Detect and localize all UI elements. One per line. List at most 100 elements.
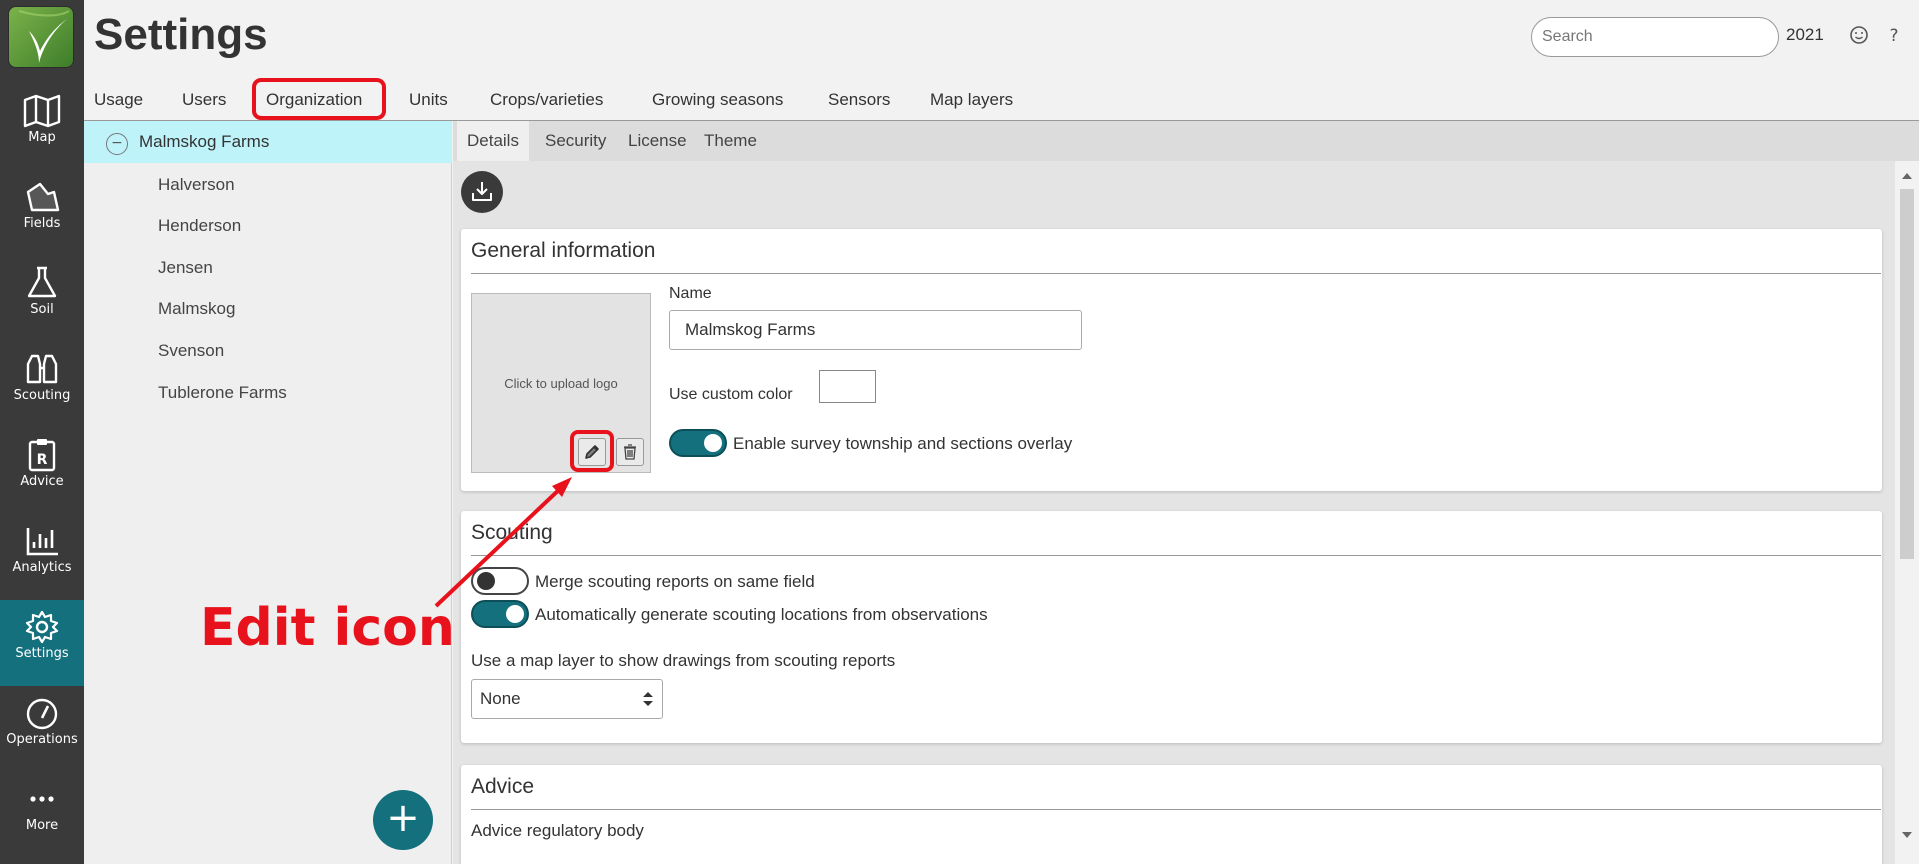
map-layer-label: Use a map layer to show drawings from sc…: [471, 651, 896, 670]
tab-growing-seasons[interactable]: Growing seasons: [652, 90, 783, 110]
page-title: Settings: [94, 10, 268, 59]
flask-icon: [27, 266, 57, 298]
search-input[interactable]: [1531, 17, 1779, 57]
binoculars-icon: [26, 354, 58, 384]
svg-text:R: R: [37, 452, 48, 468]
auto-locations-toggle[interactable]: [471, 600, 529, 628]
scroll-down-icon[interactable]: [1902, 832, 1912, 838]
season-year[interactable]: 2021: [1786, 25, 1824, 45]
subtab-license[interactable]: License: [618, 121, 697, 161]
select-arrows-icon: [643, 692, 653, 706]
general-information-title: General information: [471, 239, 656, 262]
general-information-card: General information Click to upload logo…: [461, 229, 1882, 491]
nav-label: Soil: [30, 302, 54, 317]
merge-reports-label: Merge scouting reports on same field: [535, 572, 815, 591]
nav-label: Map: [28, 130, 56, 145]
map-layer-value: None: [480, 689, 521, 708]
download-button[interactable]: [461, 171, 503, 213]
tree-item[interactable]: Tublerone Farms: [158, 383, 287, 403]
nav-label: Scouting: [13, 388, 71, 403]
fields-icon: [26, 182, 60, 212]
download-icon: [472, 182, 492, 201]
nav-analytics[interactable]: Analytics: [0, 514, 84, 598]
overlay-toggle[interactable]: [669, 429, 727, 457]
custom-color-picker[interactable]: [819, 370, 876, 403]
gauge-icon: [26, 698, 58, 730]
nav-label: Advice: [20, 474, 64, 489]
edit-icon-annotation: Edit icon: [200, 598, 455, 658]
tab-sensors[interactable]: Sensors: [828, 90, 890, 110]
nav-label: Settings: [15, 646, 69, 661]
scroll-up-icon[interactable]: [1902, 173, 1912, 179]
app-logo[interactable]: [8, 6, 74, 68]
toggle-knob: [506, 605, 524, 623]
tree-item[interactable]: Jensen: [158, 258, 213, 278]
content-scrollbar[interactable]: [1895, 161, 1919, 864]
detail-subtabs: Details Security License Theme: [453, 121, 1919, 161]
subtab-security[interactable]: Security: [535, 121, 616, 161]
merge-reports-toggle[interactable]: [471, 567, 529, 595]
name-field[interactable]: [669, 310, 1082, 350]
nav-settings[interactable]: Settings: [0, 600, 84, 686]
name-label: Name: [669, 285, 712, 302]
tree-item[interactable]: Malmskog: [158, 299, 235, 319]
scouting-card: Scouting Merge scouting reports on same …: [461, 511, 1882, 743]
trash-icon: [624, 444, 636, 460]
scroll-thumb[interactable]: [1900, 189, 1914, 559]
tree-root-label: Malmskog Farms: [139, 132, 270, 151]
prescription-icon: R: [28, 439, 56, 472]
collapse-icon[interactable]: −: [106, 133, 128, 155]
tree-root-item[interactable]: − Malmskog Farms: [84, 121, 452, 163]
tab-map-layers[interactable]: Map layers: [930, 90, 1013, 110]
gear-icon: [25, 610, 59, 644]
scouting-title: Scouting: [471, 521, 553, 544]
feedback-smiley-icon[interactable]: [1848, 24, 1870, 46]
upload-logo-text: Click to upload logo: [504, 376, 618, 391]
tree-item[interactable]: Henderson: [158, 216, 241, 236]
advice-title: Advice: [471, 775, 535, 798]
toggle-knob: [704, 434, 722, 452]
nav-label: Operations: [6, 732, 78, 747]
more-dots-icon: [30, 796, 54, 802]
svg-text:?: ?: [1889, 26, 1898, 46]
nav-advice[interactable]: R Advice: [0, 428, 84, 512]
nav-rail: Map Fields Soil Scouting R Advice Analyt…: [0, 0, 84, 864]
details-content: General information Click to upload logo…: [453, 161, 1895, 864]
overlay-label: Enable survey township and sections over…: [733, 434, 1073, 453]
nav-operations[interactable]: Operations: [0, 686, 84, 770]
section-divider: [471, 555, 1881, 556]
add-organization-button[interactable]: +: [373, 790, 433, 850]
tab-units[interactable]: Units: [409, 90, 448, 110]
edit-icon-highlight: [570, 430, 614, 472]
nav-fields[interactable]: Fields: [0, 170, 84, 254]
nav-scouting[interactable]: Scouting: [0, 342, 84, 426]
nav-label: Fields: [23, 216, 61, 231]
tab-crops-varieties[interactable]: Crops/varieties: [490, 90, 603, 110]
advice-card: Advice Advice regulatory body: [461, 765, 1882, 864]
subtab-theme[interactable]: Theme: [694, 121, 767, 161]
map-icon: [23, 94, 61, 128]
organization-tree: − Malmskog Farms Halverson Henderson Jen…: [84, 121, 452, 864]
nav-label: Analytics: [12, 560, 72, 575]
map-layer-select[interactable]: None: [471, 679, 663, 719]
nav-label: More: [25, 818, 59, 833]
tree-item[interactable]: Halverson: [158, 175, 235, 195]
section-divider: [471, 809, 1881, 810]
logo-upload-area[interactable]: Click to upload logo: [471, 293, 651, 473]
delete-logo-button[interactable]: [616, 438, 644, 466]
auto-locations-label: Automatically generate scouting location…: [535, 605, 988, 624]
subtab-details[interactable]: Details: [457, 121, 529, 161]
nav-more[interactable]: More: [0, 772, 84, 856]
help-icon[interactable]: ?: [1883, 24, 1905, 46]
organization-tab-highlight: [252, 78, 386, 120]
nav-map[interactable]: Map: [0, 84, 84, 168]
advice-body-label: Advice regulatory body: [471, 821, 644, 840]
tab-users[interactable]: Users: [182, 90, 226, 110]
nav-soil[interactable]: Soil: [0, 256, 84, 340]
tree-item[interactable]: Svenson: [158, 341, 224, 361]
tab-usage[interactable]: Usage: [94, 90, 143, 110]
bar-chart-icon: [26, 528, 58, 556]
toggle-knob: [477, 572, 495, 590]
section-divider: [471, 273, 1881, 274]
custom-color-label: Use custom color: [669, 386, 793, 403]
